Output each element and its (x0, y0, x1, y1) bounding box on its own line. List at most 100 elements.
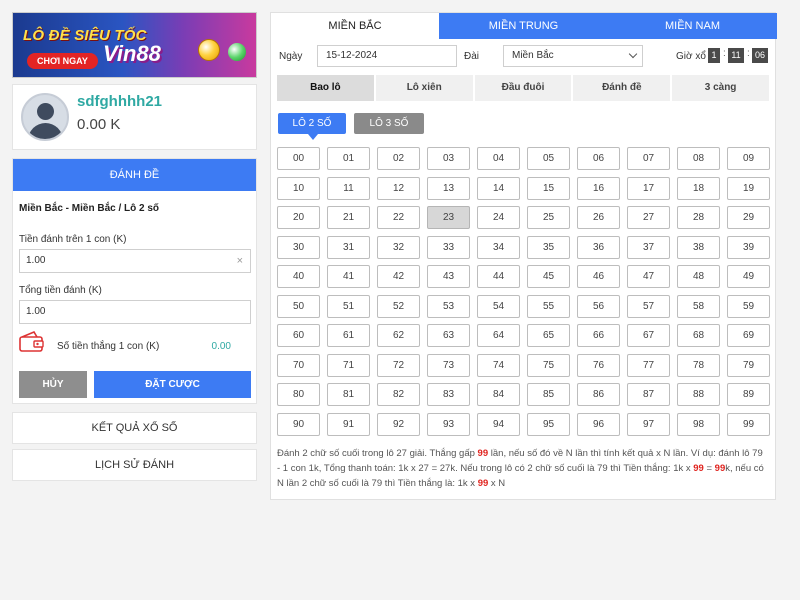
number-cell[interactable]: 52 (377, 294, 420, 318)
number-cell[interactable]: 49 (727, 265, 770, 289)
number-cell[interactable]: 25 (527, 206, 570, 230)
clear-icon[interactable]: × (237, 250, 243, 272)
number-cell[interactable]: 30 (277, 235, 320, 259)
number-cell[interactable]: 87 (627, 383, 670, 407)
number-cell[interactable]: 71 (327, 353, 370, 377)
number-cell[interactable]: 45 (527, 265, 570, 289)
tab-danh-de[interactable]: Đánh đề (573, 75, 671, 101)
number-cell[interactable]: 98 (677, 412, 720, 436)
number-cell[interactable]: 73 (427, 353, 470, 377)
number-cell[interactable]: 65 (527, 324, 570, 348)
number-cell[interactable]: 36 (577, 235, 620, 259)
number-cell[interactable]: 41 (327, 265, 370, 289)
tab-dau-duoi[interactable]: Đầu đuôi (474, 75, 572, 101)
number-cell[interactable]: 23 (427, 206, 470, 230)
number-cell[interactable]: 78 (677, 353, 720, 377)
number-cell[interactable]: 51 (327, 294, 370, 318)
number-cell[interactable]: 89 (727, 383, 770, 407)
number-cell[interactable]: 43 (427, 265, 470, 289)
tab-mien-nam[interactable]: MIỀN NAM (608, 13, 777, 39)
banner-play-button[interactable]: CHƠI NGAY (27, 53, 98, 69)
number-cell[interactable]: 17 (627, 176, 670, 200)
bet-history-link[interactable]: LỊCH SỬ ĐÁNH (12, 449, 257, 481)
number-cell[interactable]: 38 (677, 235, 720, 259)
number-cell[interactable]: 10 (277, 176, 320, 200)
number-cell[interactable]: 68 (677, 324, 720, 348)
number-cell[interactable]: 62 (377, 324, 420, 348)
number-cell[interactable]: 72 (377, 353, 420, 377)
number-cell[interactable]: 27 (627, 206, 670, 230)
number-cell[interactable]: 02 (377, 147, 420, 170)
number-cell[interactable]: 81 (327, 383, 370, 407)
number-cell[interactable]: 54 (477, 294, 520, 318)
number-cell[interactable]: 26 (577, 206, 620, 230)
number-cell[interactable]: 90 (277, 412, 320, 436)
promo-banner[interactable]: LÔ ĐỀ SIÊU TỐC CHƠI NGAY Vin88 (12, 12, 257, 78)
number-cell[interactable]: 07 (627, 147, 670, 170)
number-cell[interactable]: 69 (727, 324, 770, 348)
number-cell[interactable]: 31 (327, 235, 370, 259)
tab-lo-xien[interactable]: Lô xiên (375, 75, 473, 101)
number-cell[interactable]: 61 (327, 324, 370, 348)
tab-3-cang[interactable]: 3 càng (672, 75, 769, 101)
number-cell[interactable]: 97 (627, 412, 670, 436)
number-cell[interactable]: 67 (627, 324, 670, 348)
number-cell[interactable]: 95 (527, 412, 570, 436)
number-cell[interactable]: 59 (727, 294, 770, 318)
number-cell[interactable]: 63 (427, 324, 470, 348)
number-cell[interactable]: 32 (377, 235, 420, 259)
number-cell[interactable]: 37 (627, 235, 670, 259)
number-cell[interactable]: 24 (477, 206, 520, 230)
number-cell[interactable]: 84 (477, 383, 520, 407)
number-cell[interactable]: 66 (577, 324, 620, 348)
number-cell[interactable]: 00 (277, 147, 320, 170)
subtab-lo-2-so[interactable]: LÔ 2 SỐ (278, 113, 346, 140)
number-cell[interactable]: 77 (627, 353, 670, 377)
number-cell[interactable]: 86 (577, 383, 620, 407)
number-cell[interactable]: 40 (277, 265, 320, 289)
number-cell[interactable]: 91 (327, 412, 370, 436)
number-cell[interactable]: 42 (377, 265, 420, 289)
number-cell[interactable]: 92 (377, 412, 420, 436)
number-cell[interactable]: 03 (427, 147, 470, 170)
number-cell[interactable]: 28 (677, 206, 720, 230)
number-cell[interactable]: 33 (427, 235, 470, 259)
stake-input[interactable]: 1.00 × (19, 249, 251, 273)
number-cell[interactable]: 34 (477, 235, 520, 259)
number-cell[interactable]: 15 (527, 176, 570, 200)
tab-mien-bac[interactable]: MIỀN BẮC (271, 13, 439, 39)
number-cell[interactable]: 74 (477, 353, 520, 377)
number-cell[interactable]: 22 (377, 206, 420, 230)
number-cell[interactable]: 35 (527, 235, 570, 259)
number-cell[interactable]: 08 (677, 147, 720, 170)
number-cell[interactable]: 55 (527, 294, 570, 318)
number-cell[interactable]: 70 (277, 353, 320, 377)
cancel-button[interactable]: HỦY (19, 371, 87, 398)
number-cell[interactable]: 93 (427, 412, 470, 436)
number-cell[interactable]: 20 (277, 206, 320, 230)
number-cell[interactable]: 79 (727, 353, 770, 377)
number-cell[interactable]: 46 (577, 265, 620, 289)
number-cell[interactable]: 16 (577, 176, 620, 200)
number-cell[interactable]: 75 (527, 353, 570, 377)
number-cell[interactable]: 64 (477, 324, 520, 348)
number-cell[interactable]: 05 (527, 147, 570, 170)
number-cell[interactable]: 44 (477, 265, 520, 289)
number-cell[interactable]: 39 (727, 235, 770, 259)
number-cell[interactable]: 09 (727, 147, 770, 170)
number-cell[interactable]: 83 (427, 383, 470, 407)
number-cell[interactable]: 11 (327, 176, 370, 200)
number-cell[interactable]: 82 (377, 383, 420, 407)
number-cell[interactable]: 47 (627, 265, 670, 289)
number-cell[interactable]: 56 (577, 294, 620, 318)
number-cell[interactable]: 19 (727, 176, 770, 200)
number-cell[interactable]: 58 (677, 294, 720, 318)
number-cell[interactable]: 14 (477, 176, 520, 200)
date-input[interactable]: 15-12-2024 (317, 45, 457, 67)
number-cell[interactable]: 48 (677, 265, 720, 289)
number-cell[interactable]: 76 (577, 353, 620, 377)
number-cell[interactable]: 29 (727, 206, 770, 230)
number-cell[interactable]: 88 (677, 383, 720, 407)
number-cell[interactable]: 99 (727, 412, 770, 436)
number-cell[interactable]: 80 (277, 383, 320, 407)
